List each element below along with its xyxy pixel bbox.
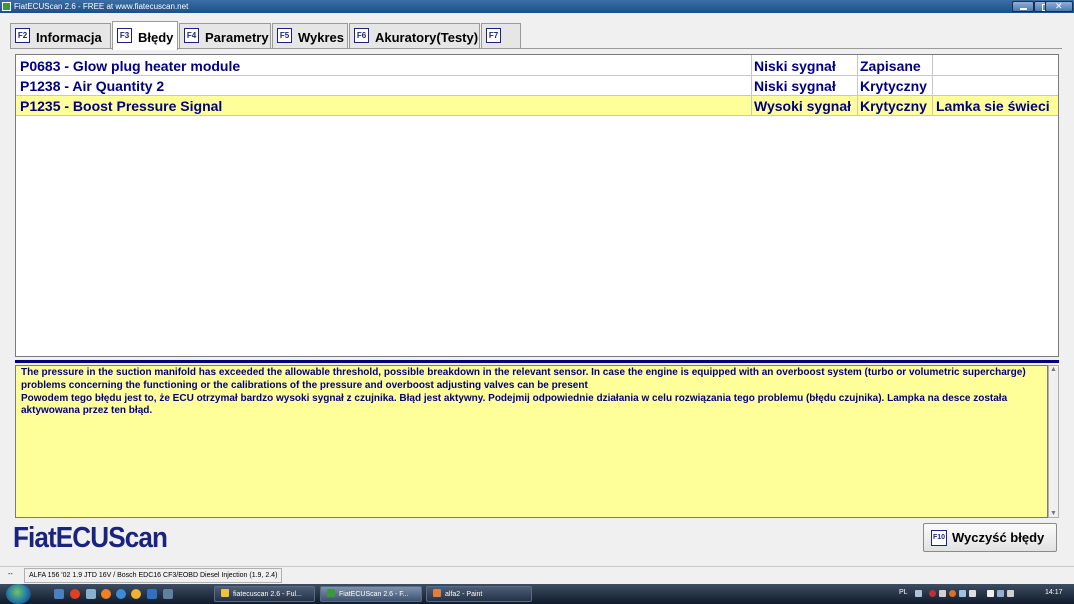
f10-key-icon: F10 bbox=[931, 530, 947, 546]
fault-row-selected[interactable]: P1235 - Boost Pressure Signal Wysoki syg… bbox=[16, 96, 1058, 116]
tray-icon[interactable] bbox=[939, 590, 946, 597]
fault-status: Krytyczny bbox=[860, 98, 927, 114]
app-shortcut-icon[interactable] bbox=[147, 589, 157, 599]
f5-key-icon: F5 bbox=[277, 28, 292, 43]
fault-signal: Niski sygnał bbox=[754, 78, 836, 94]
tab-parametry[interactable]: F4 Parametry bbox=[179, 23, 271, 48]
app-shortcut-icon[interactable] bbox=[131, 589, 141, 599]
f6-key-icon: F6 bbox=[354, 28, 369, 43]
tab-label: Akuratory(Testy) bbox=[375, 30, 479, 45]
antivirus-icon[interactable] bbox=[929, 590, 936, 597]
app-shortcut-icon[interactable] bbox=[163, 589, 173, 599]
language-indicator[interactable]: PL bbox=[899, 589, 908, 596]
folder-icon bbox=[221, 589, 229, 597]
task-label: fiatecuscan 2.6 - Ful... bbox=[233, 591, 302, 598]
title-bar: FiatECUScan 2.6 - FREE at www.fiatecusca… bbox=[0, 0, 1074, 13]
clock[interactable]: 14:17 bbox=[1045, 589, 1063, 596]
task-label: alfa2 - Paint bbox=[445, 591, 483, 598]
network-icon[interactable] bbox=[997, 590, 1004, 597]
volume-icon[interactable] bbox=[1007, 590, 1014, 597]
battery-icon[interactable] bbox=[987, 590, 994, 597]
fault-row[interactable]: P0683 - Glow plug heater module Niski sy… bbox=[16, 56, 1058, 76]
fault-status: Krytyczny bbox=[860, 78, 927, 94]
keyboard-icon[interactable] bbox=[915, 590, 922, 597]
fault-status: Zapisane bbox=[860, 58, 921, 74]
fault-code: P1235 - Boost Pressure Signal bbox=[20, 98, 223, 114]
fault-signal: Niski sygnał bbox=[754, 58, 836, 74]
status-bar: -- ALFA 156 '02 1.9 JTD 16V / Bosch EDC1… bbox=[0, 566, 1074, 584]
tab-label: Informacja bbox=[36, 30, 102, 45]
window-title: FiatECUScan 2.6 - FREE at www.fiatecusca… bbox=[14, 2, 189, 11]
firefox-icon[interactable] bbox=[101, 589, 111, 599]
tab-f7[interactable]: F7 bbox=[481, 23, 521, 48]
ie-icon[interactable] bbox=[116, 589, 126, 599]
app-icon bbox=[2, 2, 11, 11]
column-divider bbox=[751, 55, 752, 116]
app-shortcut-icon[interactable] bbox=[86, 589, 96, 599]
description-english: The pressure in the suction manifold has… bbox=[21, 367, 1026, 391]
taskbar-item-fiatecuscan-installer[interactable]: fiatecuscan 2.6 - Ful... bbox=[214, 586, 315, 602]
scroll-down-icon[interactable]: ▼ bbox=[1049, 510, 1058, 517]
tray-icon[interactable] bbox=[959, 590, 966, 597]
f2-key-icon: F2 bbox=[15, 28, 30, 43]
show-desktop-icon[interactable] bbox=[54, 589, 64, 599]
fault-lamp: Lamka sie świeci bbox=[936, 98, 1050, 114]
description-polish: Powodem tego błędu jest to, że ECU otrzy… bbox=[21, 392, 1008, 417]
column-divider bbox=[857, 55, 858, 116]
taskbar: fiatecuscan 2.6 - Ful... FiatECUScan 2.6… bbox=[0, 584, 1074, 604]
f4-key-icon: F4 bbox=[184, 28, 199, 43]
tab-akuratory[interactable]: F6 Akuratory(Testy) bbox=[349, 23, 480, 48]
scroll-up-icon[interactable]: ▲ bbox=[1049, 366, 1058, 373]
tab-wykres[interactable]: F5 Wykres bbox=[272, 23, 348, 48]
fault-row[interactable]: P1238 - Air Quantity 2 Niski sygnał Kryt… bbox=[16, 76, 1058, 96]
close-button[interactable] bbox=[1045, 1, 1073, 12]
tab-label: Wykres bbox=[298, 30, 345, 45]
opera-icon[interactable] bbox=[70, 589, 80, 599]
paint-icon bbox=[433, 589, 441, 597]
tab-informacja[interactable]: F2 Informacja bbox=[10, 23, 111, 48]
panel-divider bbox=[15, 360, 1059, 363]
alert-icon[interactable] bbox=[949, 590, 956, 597]
vehicle-info: ALFA 156 '02 1.9 JTD 16V / Bosch EDC16 C… bbox=[24, 568, 283, 583]
fault-list: P0683 - Glow plug heater module Niski sy… bbox=[15, 54, 1059, 357]
clear-faults-label: Wyczyść błędy bbox=[952, 530, 1045, 545]
fault-code: P0683 - Glow plug heater module bbox=[20, 58, 241, 74]
f3-key-icon: F3 bbox=[117, 28, 132, 43]
fault-description: The pressure in the suction manifold has… bbox=[15, 365, 1048, 518]
f7-key-icon: F7 bbox=[486, 28, 501, 43]
fault-code: P1238 - Air Quantity 2 bbox=[20, 78, 165, 94]
tab-label: Parametry bbox=[205, 30, 269, 45]
tab-bledy[interactable]: F3 Błędy bbox=[112, 21, 178, 50]
fault-signal: Wysoki sygnał bbox=[754, 98, 852, 114]
system-tray: PL 14:17 bbox=[893, 584, 1074, 604]
description-scrollbar[interactable]: ▲ ▼ bbox=[1048, 365, 1059, 518]
taskbar-item-fiatecuscan[interactable]: FiatECUScan 2.6 - F... bbox=[320, 586, 422, 602]
clear-faults-button[interactable]: F10 Wyczyść błędy bbox=[923, 523, 1057, 552]
fiatecuscan-icon bbox=[327, 589, 335, 597]
fiatecuscan-logo: FiatECUScan bbox=[13, 522, 168, 554]
start-button[interactable] bbox=[6, 584, 31, 604]
tab-label: Błędy bbox=[138, 30, 174, 45]
tray-icon[interactable] bbox=[969, 590, 976, 597]
task-label: FiatECUScan 2.6 - F... bbox=[339, 591, 409, 598]
minimize-button[interactable] bbox=[1012, 1, 1034, 12]
taskbar-item-paint[interactable]: alfa2 - Paint bbox=[426, 586, 532, 602]
status-indicator: -- bbox=[8, 571, 13, 578]
column-divider bbox=[932, 55, 933, 116]
